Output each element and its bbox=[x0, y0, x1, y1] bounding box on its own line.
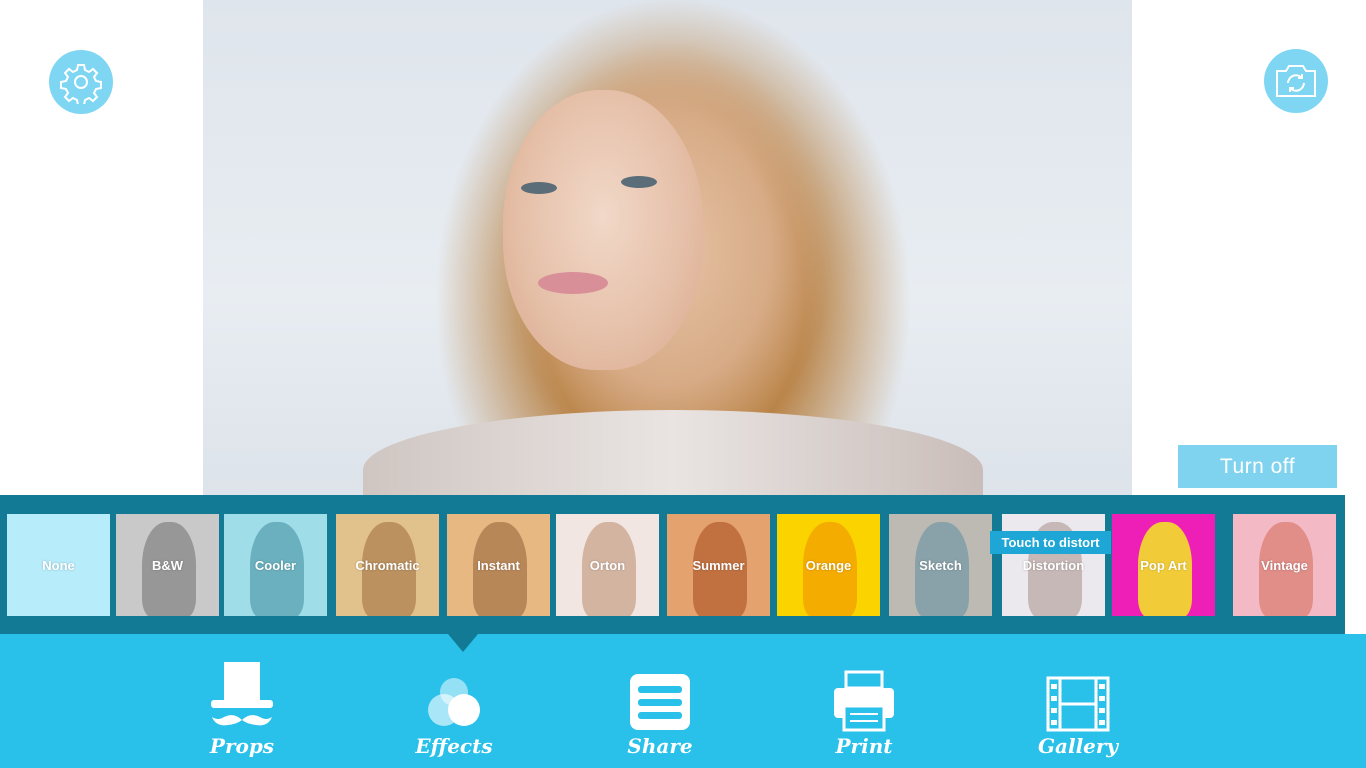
effect-label: Orton bbox=[589, 557, 626, 573]
nav-label: Share bbox=[627, 734, 693, 758]
effect-label: Instant bbox=[477, 557, 520, 573]
nav-label: Effects bbox=[415, 734, 493, 758]
preview-face bbox=[503, 90, 703, 370]
effect-label: B&W bbox=[151, 557, 184, 573]
preview-lips bbox=[538, 272, 608, 294]
effect-bw[interactable]: B&W bbox=[116, 514, 219, 616]
camera-preview[interactable] bbox=[203, 0, 1132, 496]
effect-vintage[interactable]: Vintage bbox=[1233, 514, 1336, 616]
nav-label: Gallery bbox=[1037, 734, 1119, 758]
film-strip-icon bbox=[1046, 676, 1110, 732]
nav-effects[interactable]: Effects bbox=[394, 660, 514, 764]
nav-props[interactable]: Props bbox=[182, 660, 302, 764]
turn-off-button[interactable]: Turn off bbox=[1178, 445, 1337, 488]
effect-label: Vintage bbox=[1261, 557, 1308, 573]
printer-icon bbox=[834, 670, 894, 732]
effects-strip: None B&W Cooler Chromatic Instant Orton … bbox=[0, 495, 1345, 634]
effect-sketch[interactable]: Sketch bbox=[889, 514, 992, 616]
effect-chromatic[interactable]: Chromatic bbox=[336, 514, 439, 616]
effect-pop-art[interactable]: Pop Art bbox=[1112, 514, 1215, 616]
gear-icon bbox=[60, 64, 102, 104]
effect-summer[interactable]: Summer bbox=[667, 514, 770, 616]
switch-camera-button[interactable] bbox=[1264, 49, 1328, 113]
effect-label: Sketch bbox=[919, 557, 962, 573]
preview-shirt bbox=[363, 410, 983, 496]
effect-label: Chromatic bbox=[355, 557, 420, 573]
preview-eye-right bbox=[621, 176, 657, 188]
menu-lines-icon bbox=[630, 674, 690, 730]
effect-orton[interactable]: Orton bbox=[556, 514, 659, 616]
effect-label: Distortion bbox=[1022, 557, 1085, 573]
effect-cooler[interactable]: Cooler bbox=[224, 514, 327, 616]
circles-icon bbox=[428, 678, 480, 726]
distort-tooltip: Touch to distort bbox=[990, 531, 1111, 554]
effect-distortion[interactable]: Distortion bbox=[1002, 514, 1105, 616]
nav-label: Print bbox=[835, 734, 893, 758]
effect-instant[interactable]: Instant bbox=[447, 514, 550, 616]
effect-label: Orange bbox=[805, 557, 852, 573]
preview-eye-left bbox=[521, 182, 557, 194]
nav-label: Props bbox=[209, 734, 275, 758]
effect-orange[interactable]: Orange bbox=[777, 514, 880, 616]
settings-button[interactable] bbox=[49, 50, 113, 114]
effect-none[interactable]: None bbox=[7, 514, 110, 616]
effect-label: Summer bbox=[692, 557, 745, 573]
nav-share[interactable]: Share bbox=[600, 660, 720, 764]
effect-label: Pop Art bbox=[1140, 557, 1187, 573]
top-hat-mustache-icon bbox=[211, 662, 273, 726]
effect-label: Cooler bbox=[254, 557, 297, 573]
camera-rotate-icon bbox=[1276, 65, 1316, 97]
nav-gallery[interactable]: Gallery bbox=[1018, 660, 1138, 764]
active-tab-pointer bbox=[448, 634, 478, 652]
nav-print[interactable]: Print bbox=[804, 660, 924, 764]
effect-label: None bbox=[42, 557, 75, 573]
